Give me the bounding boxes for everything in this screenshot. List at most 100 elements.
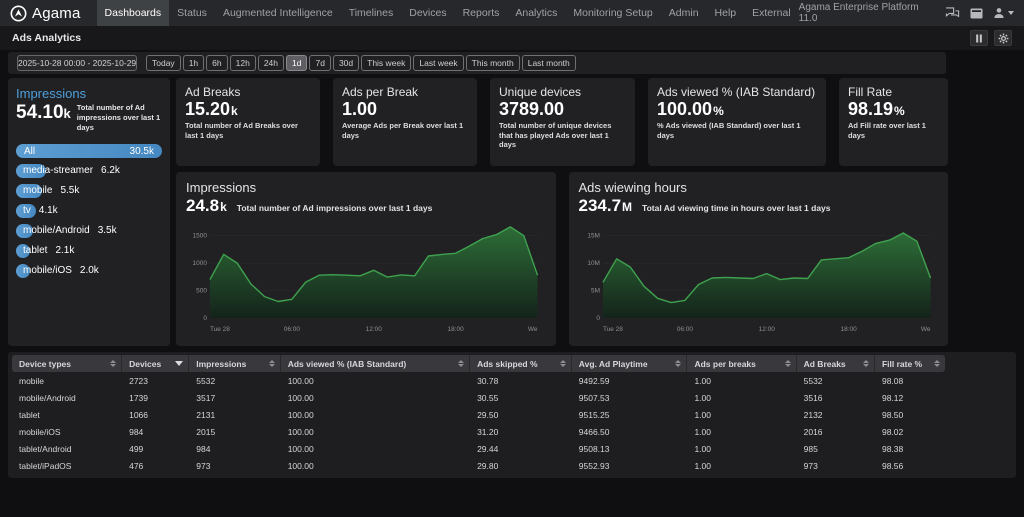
table-cell: 9508.13: [572, 444, 688, 454]
nav-item-admin[interactable]: Admin: [661, 0, 707, 26]
table-cell: mobile/iOS: [12, 427, 122, 437]
range-button-today[interactable]: Today: [146, 55, 181, 71]
table-row[interactable]: mobile/iOS9842015100.0031.209466.501.002…: [12, 423, 945, 440]
chart-subtitle: Total number of Ad impressions over last…: [237, 203, 433, 213]
kpi-title: Fill Rate: [848, 85, 939, 99]
brand[interactable]: Agama: [10, 5, 81, 22]
nav-item-augmented-intelligence[interactable]: Augmented Intelligence: [215, 0, 341, 26]
table-header-ad-breaks[interactable]: Ad Breaks: [797, 355, 875, 372]
table-cell: 98.08: [875, 376, 945, 386]
table-header-ads-skipped[interactable]: Ads skipped %: [470, 355, 572, 372]
kpi-card-ad-breaks: Ad Breaks15.20kTotal number of Ad Breaks…: [176, 78, 320, 166]
nav-item-reports[interactable]: Reports: [455, 0, 508, 26]
device-bar-label: All: [24, 146, 35, 157]
range-button-1h[interactable]: 1h: [183, 55, 204, 71]
device-bar-row-mobile-android[interactable]: mobile/Android3.5k: [16, 224, 162, 238]
kpi-value: 15.20k: [185, 100, 311, 120]
range-button-last-week[interactable]: Last week: [413, 55, 463, 71]
kpi-title: Ads viewed % (IAB Standard): [657, 85, 817, 99]
table-cell: mobile/Android: [12, 393, 122, 403]
area-chart: 05M10M15MTue 2806:0012:0018:00We: [579, 218, 939, 336]
sort-up-arrow: [863, 360, 869, 363]
device-bar-row-media-streamer[interactable]: media-streamer6.2k: [16, 164, 162, 178]
table-row[interactable]: tablet/iPadOS476973100.0029.809552.931.0…: [12, 457, 945, 474]
nav-item-devices[interactable]: Devices: [401, 0, 454, 26]
area-chart: 050010001500Tue 2806:0012:0018:00We: [186, 218, 546, 336]
table-cell: 9466.50: [572, 427, 688, 437]
nav-item-status[interactable]: Status: [169, 0, 215, 26]
table-header-device-types[interactable]: Device types: [12, 355, 122, 372]
table-row[interactable]: tablet/Android499984100.0029.449508.131.…: [12, 440, 945, 457]
user-icon: [993, 7, 1005, 19]
range-button-1d[interactable]: 1d: [286, 55, 307, 71]
kpi-value: 98.19%: [848, 100, 939, 120]
sort-down-arrow: [110, 364, 116, 367]
range-button-this-month[interactable]: This month: [466, 55, 520, 71]
kpi-value: 100.00%: [657, 100, 817, 120]
svg-text:18:00: 18:00: [448, 326, 465, 333]
nav-item-monitoring-setup[interactable]: Monitoring Setup: [565, 0, 660, 26]
sort-up-arrow: [269, 360, 275, 363]
kpi-value: 3789.00: [499, 100, 626, 120]
user-menu[interactable]: [993, 7, 1014, 19]
nav-item-analytics[interactable]: Analytics: [507, 0, 565, 26]
apps-icon[interactable]: [970, 8, 983, 19]
sort-down-arrow: [560, 364, 566, 367]
sort-desc-arrow: [175, 361, 183, 366]
device-bar-row-mobile-ios[interactable]: mobile/iOS2.0k: [16, 264, 162, 278]
sort-up-arrow: [785, 360, 791, 363]
nav-item-timelines[interactable]: Timelines: [341, 0, 402, 26]
table-header-ads-per-breaks[interactable]: Ads per breaks: [687, 355, 796, 372]
table-header-avg-ad-playtime[interactable]: Avg. Ad Playtime: [572, 355, 688, 372]
kpi-card-ads-per-break: Ads per Break1.00Average Ads per Break o…: [333, 78, 477, 166]
chart-title: Ads wiewing hours: [579, 180, 939, 195]
device-bar-row-tv[interactable]: tv4.1k: [16, 204, 162, 218]
range-button-6h[interactable]: 6h: [206, 55, 227, 71]
device-bar-row-all[interactable]: All30.5k: [16, 144, 162, 158]
table-row[interactable]: mobile/Android17393517100.0030.559507.53…: [12, 389, 945, 406]
table-row[interactable]: tablet10662131100.0029.509515.251.002132…: [12, 406, 945, 423]
table-cell: 100.00: [281, 410, 470, 420]
range-group: Today1h6h12h24h1d7d30dThis weekLast week…: [146, 55, 576, 71]
range-button-12h[interactable]: 12h: [230, 55, 256, 71]
kpi-description: Ad Fill rate over last 1 days: [848, 121, 939, 141]
device-bar-text: tablet2.1k: [23, 244, 74, 258]
time-toolbar: Today1h6h12h24h1d7d30dThis weekLast week…: [8, 52, 946, 74]
device-bar-row-tablet[interactable]: tablet2.1k: [16, 244, 162, 258]
sort-up-arrow: [458, 360, 464, 363]
table-header-ads-viewed-iab-standard[interactable]: Ads viewed % (IAB Standard): [281, 355, 470, 372]
impressions-title: Impressions: [16, 86, 162, 101]
kpi-title: Ads per Break: [342, 85, 468, 99]
table-cell: 100.00: [281, 427, 470, 437]
table-cell: 1739: [122, 393, 189, 403]
column-label: Ads viewed % (IAB Standard): [288, 359, 407, 369]
date-range-input[interactable]: [17, 55, 137, 71]
agama-logo-icon: [10, 5, 27, 22]
kpi-number: 3789.00: [499, 99, 564, 119]
table-header-impressions[interactable]: Impressions: [189, 355, 280, 372]
range-button-last-month[interactable]: Last month: [522, 55, 576, 71]
range-button-this-week[interactable]: This week: [361, 55, 411, 71]
range-button-24h[interactable]: 24h: [258, 55, 284, 71]
table-cell: 9515.25: [572, 410, 688, 420]
settings-button[interactable]: [994, 30, 1012, 46]
table-header-devices[interactable]: Devices: [122, 355, 189, 372]
nav-item-external[interactable]: External: [744, 0, 799, 26]
chat-icon[interactable]: [945, 7, 960, 19]
top-nav: Agama DashboardsStatusAugmented Intellig…: [0, 0, 1024, 26]
table-cell: tablet: [12, 410, 122, 420]
device-bar-row-mobile[interactable]: mobile5.5k: [16, 184, 162, 198]
range-button-30d[interactable]: 30d: [333, 55, 359, 71]
table-cell: 98.56: [875, 461, 945, 471]
nav-item-dashboards[interactable]: Dashboards: [97, 0, 170, 26]
table-header-fill-rate[interactable]: Fill rate %: [875, 355, 945, 372]
table-row[interactable]: mobile27235532100.0030.789492.591.005532…: [12, 372, 945, 389]
table-cell: 1066: [122, 410, 189, 420]
table-cell: 2132: [797, 410, 875, 420]
svg-text:12:00: 12:00: [758, 326, 775, 333]
range-button-7d[interactable]: 7d: [309, 55, 330, 71]
table-cell: 98.12: [875, 393, 945, 403]
nav-item-help[interactable]: Help: [707, 0, 745, 26]
pause-button[interactable]: [970, 30, 988, 46]
device-bar-label: mobile/iOS: [23, 264, 72, 278]
